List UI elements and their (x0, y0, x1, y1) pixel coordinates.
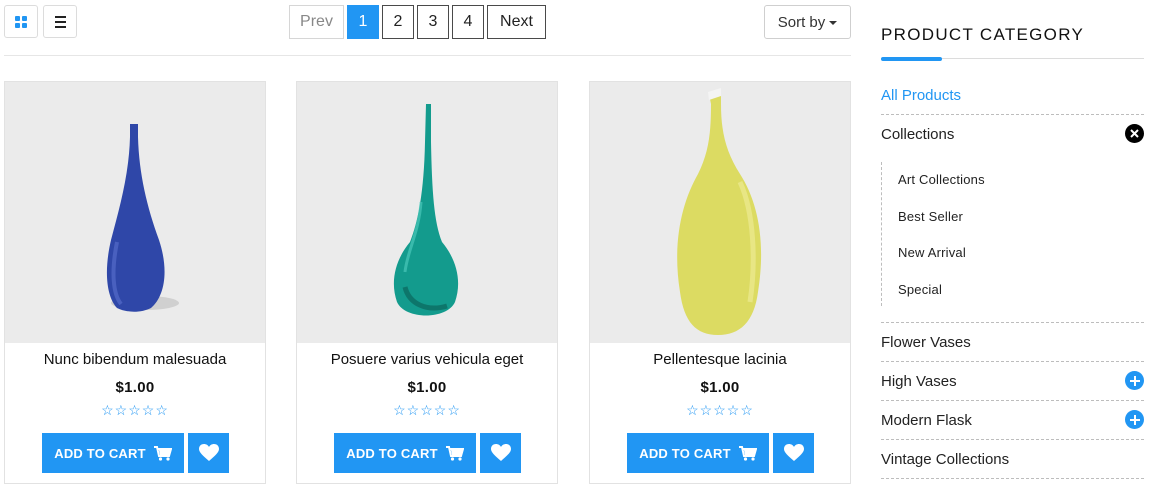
subcategory-best-seller[interactable]: Best Seller (898, 209, 963, 224)
subcategory-new-arrival[interactable]: New Arrival (898, 245, 966, 260)
product-price: $1.00 (407, 379, 447, 396)
product-price: $1.00 (115, 379, 155, 396)
category-vintage-collections[interactable]: Vintage Collections (881, 451, 1144, 468)
category-divider (881, 400, 1144, 401)
heart-icon (490, 444, 511, 461)
heart-icon (198, 444, 219, 461)
product-title[interactable]: Pellentesque lacinia (590, 351, 850, 368)
page-4-button[interactable]: 4 (452, 5, 484, 39)
add-to-cart-label: ADD TO CART (54, 445, 146, 461)
sort-by-label: Sort by (777, 13, 826, 31)
add-to-cart-button[interactable]: ADD TO CART (42, 433, 184, 473)
product-card: Nunc bibendum malesuada $1.00 ☆☆☆☆☆ ADD … (4, 81, 266, 484)
grid-icon (15, 15, 27, 28)
list-icon (54, 15, 66, 28)
close-icon[interactable] (1125, 124, 1144, 143)
add-to-cart-label: ADD TO CART (346, 445, 438, 461)
product-toolbar: Prev 1 2 3 4 Next Sort by (4, 5, 851, 41)
category-divider (881, 361, 1144, 362)
caret-down-icon (829, 21, 838, 25)
plus-icon[interactable] (1125, 371, 1144, 390)
add-to-cart-button[interactable]: ADD TO CART (334, 433, 476, 473)
wishlist-button[interactable] (480, 433, 521, 473)
category-flower-vases[interactable]: Flower Vases (881, 334, 1144, 351)
cart-icon (738, 445, 757, 461)
cart-icon (153, 445, 172, 461)
prev-page-button[interactable]: Prev (289, 5, 344, 39)
category-divider (881, 478, 1144, 479)
vase-shape (393, 104, 459, 316)
grid-view-button[interactable] (4, 5, 38, 38)
page-2-button[interactable]: 2 (382, 5, 414, 39)
page-1-button[interactable]: 1 (347, 5, 379, 39)
plus-icon[interactable] (1125, 410, 1144, 429)
add-to-cart-button[interactable]: ADD TO CART (627, 433, 769, 473)
star-rating: ☆☆☆☆☆ (393, 402, 461, 418)
add-to-cart-label: ADD TO CART (639, 445, 731, 461)
product-image[interactable] (5, 82, 265, 343)
sort-by-dropdown[interactable]: Sort by (764, 5, 851, 39)
product-title[interactable]: Posuere varius vehicula eget (297, 351, 557, 368)
toolbar-divider (4, 55, 851, 56)
subcategory-art-collections[interactable]: Art Collections (898, 172, 985, 187)
collections-submenu: Art Collections Best Seller New Arrival … (881, 162, 1144, 306)
wishlist-button[interactable] (773, 433, 814, 473)
product-title[interactable]: Nunc bibendum malesuada (5, 351, 265, 368)
subcategory-special[interactable]: Special (898, 282, 942, 297)
sidebar-title: PRODUCT CATEGORY (881, 25, 1085, 44)
list-view-button[interactable] (43, 5, 77, 38)
category-divider (881, 322, 1144, 323)
sidebar-title-accent (881, 57, 942, 61)
heart-icon (783, 444, 804, 461)
product-image[interactable] (297, 82, 557, 343)
category-modern-flask[interactable]: Modern Flask (881, 412, 1144, 429)
product-category-sidebar: PRODUCT CATEGORY All Products Collection… (881, 0, 1144, 487)
star-rating: ☆☆☆☆☆ (686, 402, 754, 418)
category-divider (881, 114, 1144, 115)
page-3-button[interactable]: 3 (417, 5, 449, 39)
product-card: Pellentesque lacinia $1.00 ☆☆☆☆☆ ADD TO … (589, 81, 851, 484)
product-card: Posuere varius vehicula eget $1.00 ☆☆☆☆☆… (296, 81, 558, 484)
star-rating: ☆☆☆☆☆ (101, 402, 169, 418)
next-page-button[interactable]: Next (487, 5, 546, 39)
category-divider (881, 439, 1144, 440)
product-image[interactable] (590, 82, 850, 343)
wishlist-button[interactable] (188, 433, 229, 473)
category-collections[interactable]: Collections (881, 126, 1144, 143)
product-price: $1.00 (700, 379, 740, 396)
pagination: Prev 1 2 3 4 Next (289, 5, 549, 39)
category-high-vases[interactable]: High Vases (881, 373, 1144, 390)
cart-icon (445, 445, 464, 461)
category-all-products[interactable]: All Products (881, 87, 1144, 104)
